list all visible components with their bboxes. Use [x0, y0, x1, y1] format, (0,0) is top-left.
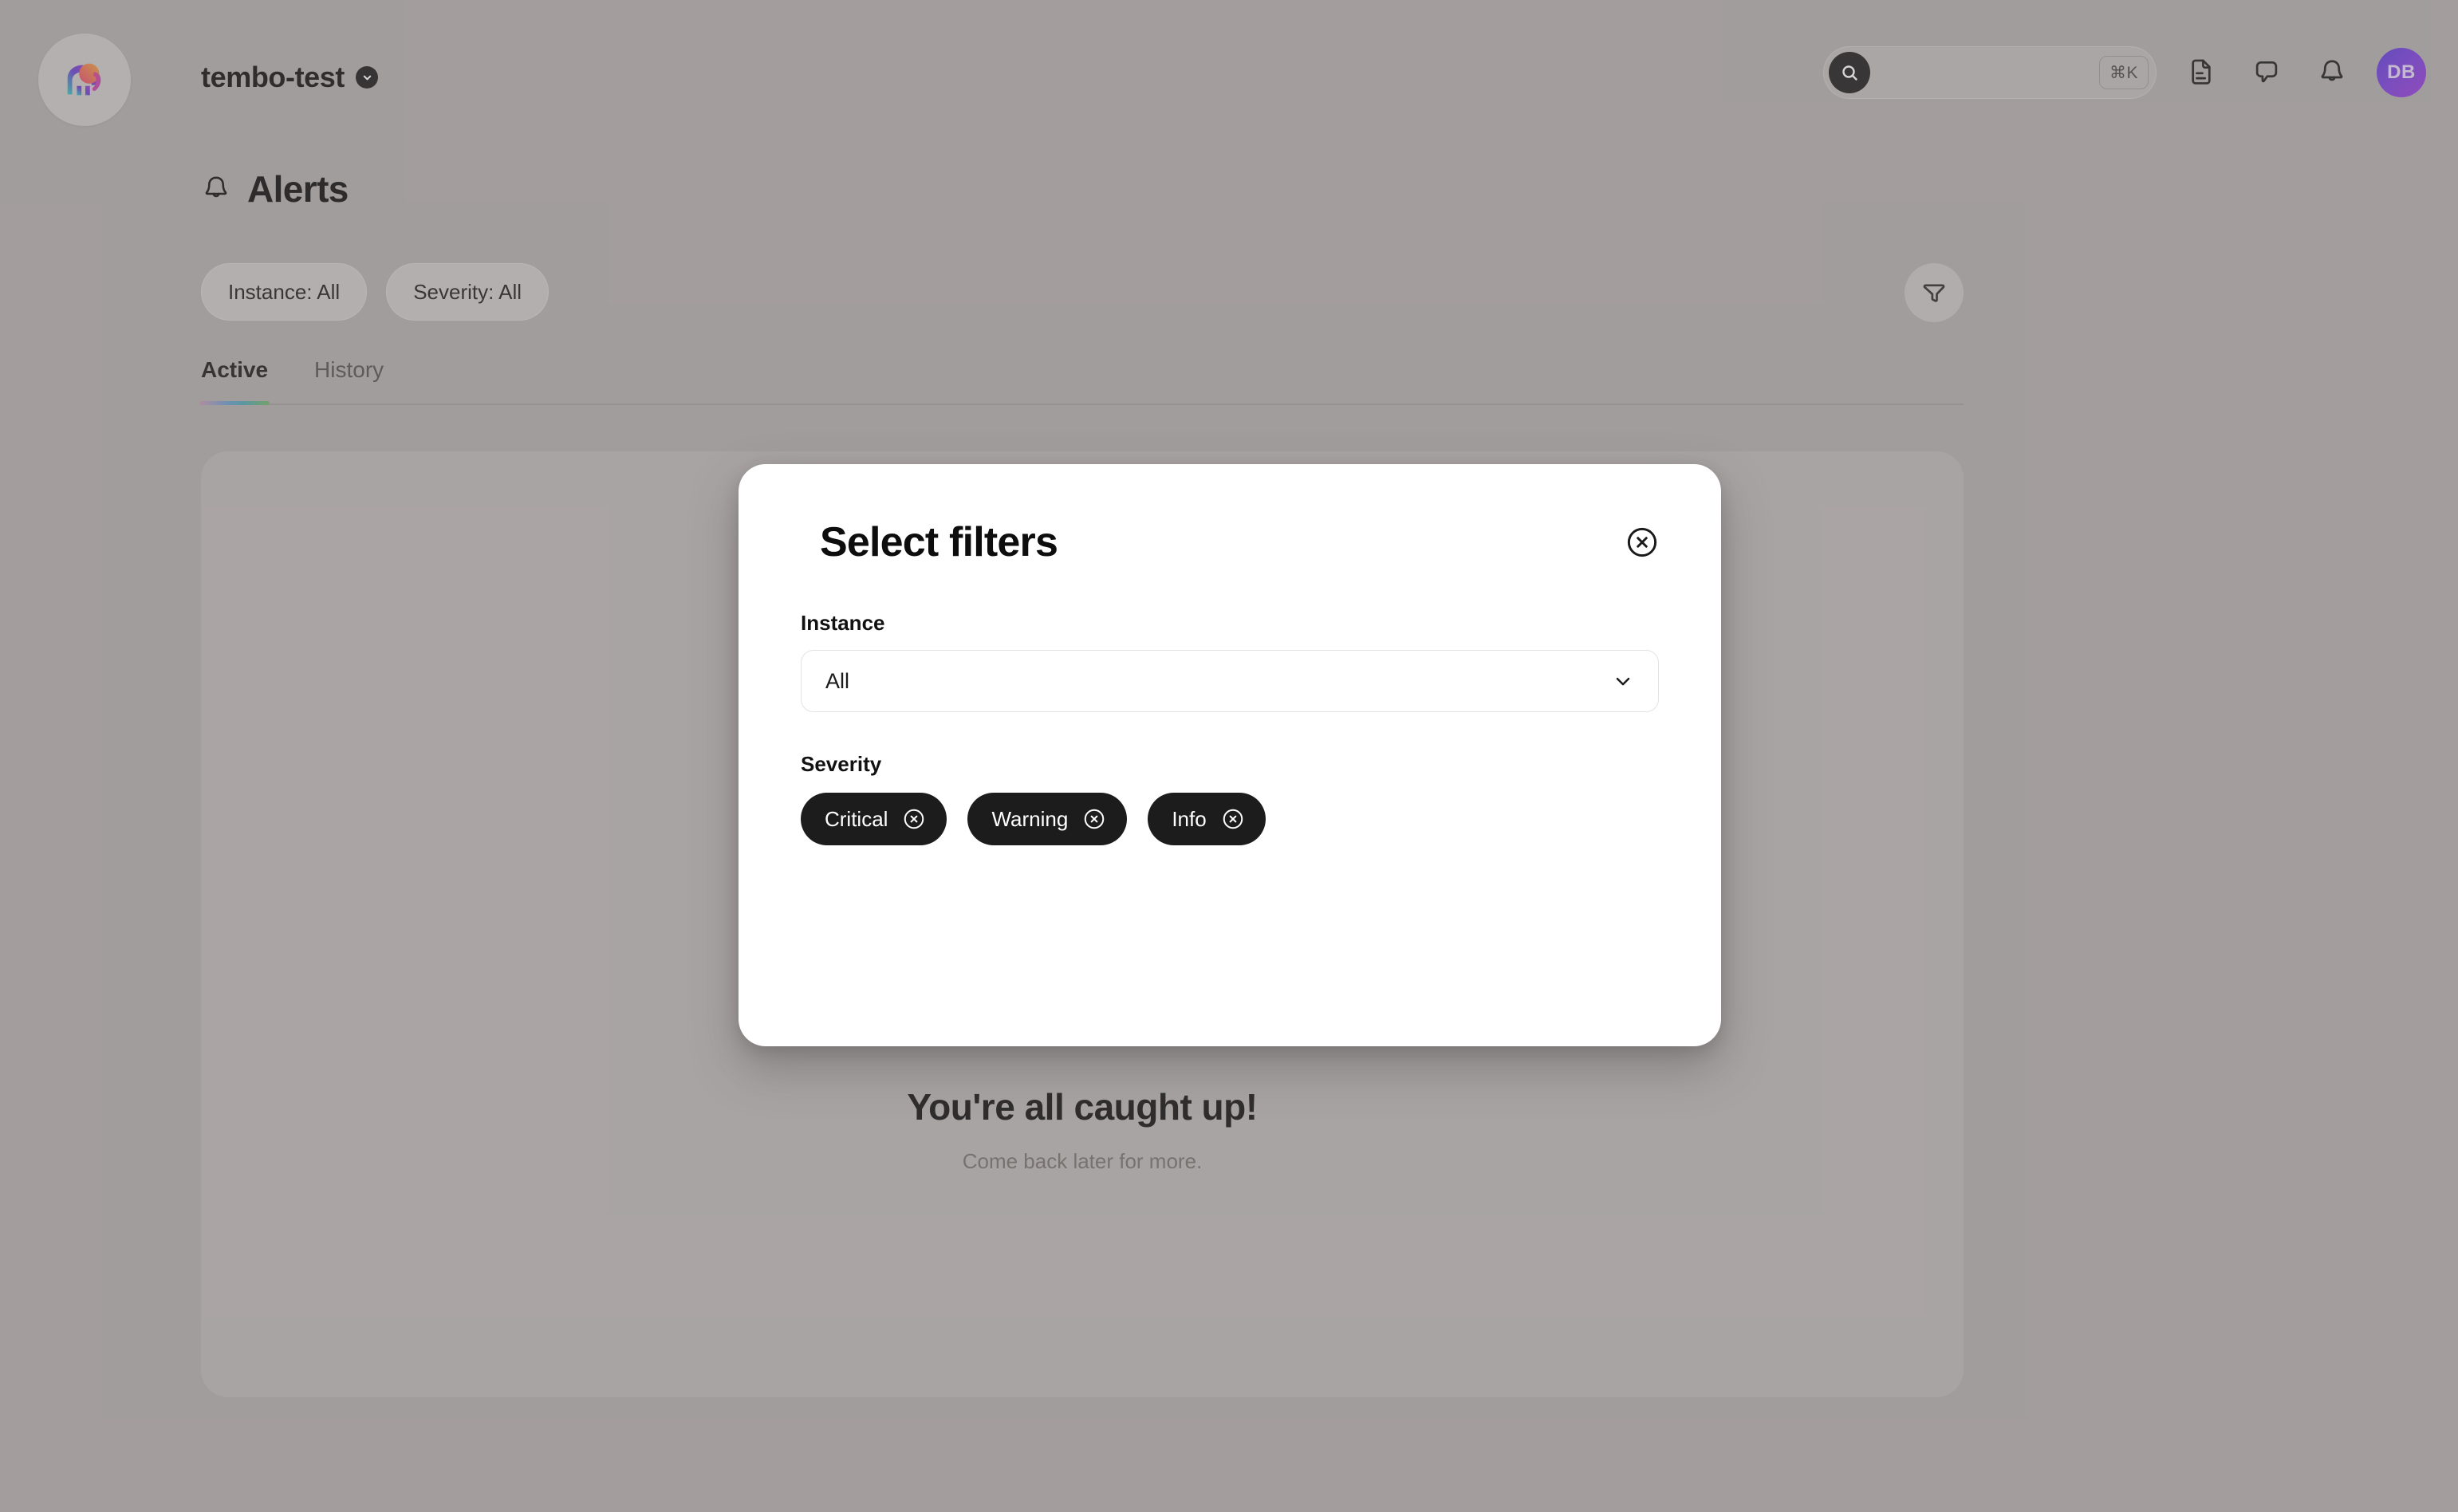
- close-circle-icon[interactable]: [1221, 807, 1245, 831]
- severity-chip-info[interactable]: Info: [1148, 793, 1266, 845]
- severity-chip-warning[interactable]: Warning: [967, 793, 1128, 845]
- select-filters-dialog: Select filters Instance All Severity Cri…: [739, 464, 1721, 1046]
- instance-select-value: All: [825, 668, 850, 693]
- severity-label: Severity: [801, 752, 882, 776]
- chevron-down-icon: [1612, 670, 1634, 692]
- severity-chip-label: Critical: [825, 806, 888, 831]
- severity-chip-critical[interactable]: Critical: [801, 793, 947, 845]
- instance-label: Instance: [801, 611, 885, 635]
- close-circle-icon[interactable]: [1082, 807, 1106, 831]
- severity-chip-label: Info: [1172, 806, 1207, 831]
- instance-select[interactable]: All: [801, 650, 1659, 712]
- close-icon[interactable]: [1625, 526, 1659, 559]
- severity-chip-label: Warning: [991, 806, 1069, 831]
- severity-chip-list: Critical Warning Info: [801, 793, 1659, 845]
- close-circle-icon[interactable]: [902, 807, 926, 831]
- dialog-header: Select filters: [801, 514, 1659, 571]
- dialog-title: Select filters: [820, 519, 1058, 565]
